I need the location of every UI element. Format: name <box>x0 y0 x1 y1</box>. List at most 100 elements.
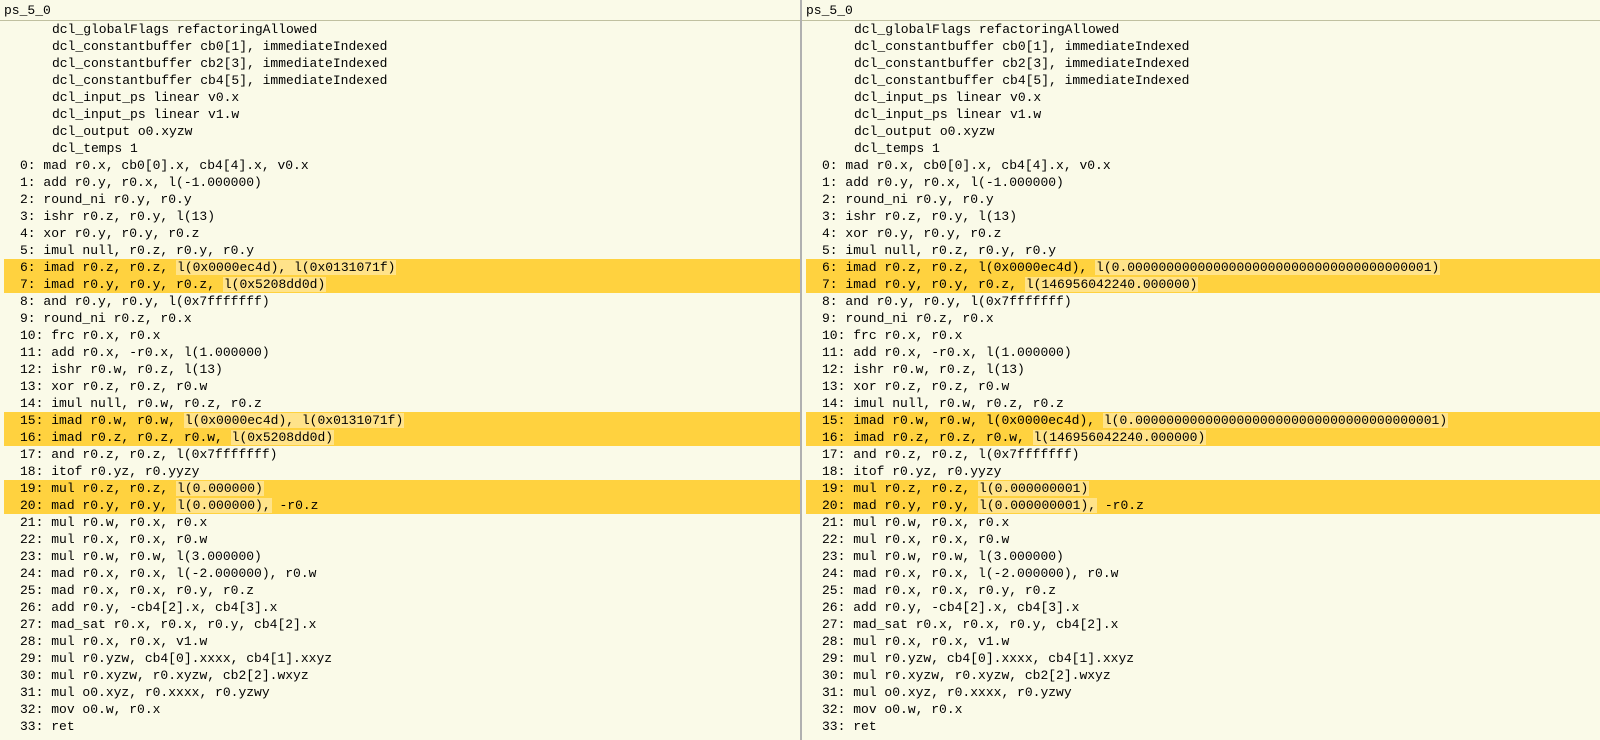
instr-line[interactable]: 25: mad r0.x, r0.x, r0.y, r0.z <box>4 582 800 599</box>
instr-line[interactable]: 15: imad r0.w, r0.w, l(0x0000ec4d), l(0x… <box>4 412 800 429</box>
instr-text: ishr r0.w, r0.z, l(13) <box>853 362 1025 377</box>
instr-line[interactable]: 13: xor r0.z, r0.z, r0.w <box>4 378 800 395</box>
instr-line[interactable]: 32: mov o0.w, r0.x <box>4 701 800 718</box>
decl-line[interactable]: dcl_globalFlags refactoringAllowed <box>806 21 1600 38</box>
instr-line[interactable]: 10: frc r0.x, r0.x <box>806 327 1600 344</box>
decl-line[interactable]: dcl_constantbuffer cb0[1], immediateInde… <box>806 38 1600 55</box>
decl-line[interactable]: dcl_constantbuffer cb4[5], immediateInde… <box>806 72 1600 89</box>
instr-line[interactable]: 26: add r0.y, -cb4[2].x, cb4[3].x <box>4 599 800 616</box>
diff-pane-left[interactable]: ps_5_0dcl_globalFlags refactoringAllowed… <box>0 0 800 740</box>
decl-line[interactable]: dcl_output o0.xyzw <box>806 123 1600 140</box>
instr-line[interactable]: 6: imad r0.z, r0.z, l(0x0000ec4d), l(0x0… <box>4 259 800 276</box>
instr-line[interactable]: 4: xor r0.y, r0.y, r0.z <box>806 225 1600 242</box>
instr-line[interactable]: 23: mul r0.w, r0.w, l(3.000000) <box>806 548 1600 565</box>
instr-line[interactable]: 17: and r0.z, r0.z, l(0x7fffffff) <box>4 446 800 463</box>
decl-line[interactable]: dcl_temps 1 <box>806 140 1600 157</box>
instr-number: 1: <box>20 175 43 190</box>
instr-text: mul r0.w, r0.x, r0.x <box>51 515 207 530</box>
instr-number: 22: <box>20 532 51 547</box>
decl-line[interactable]: dcl_input_ps linear v1.w <box>4 106 800 123</box>
instr-line[interactable]: 5: imul null, r0.z, r0.y, r0.y <box>4 242 800 259</box>
instr-line[interactable]: 4: xor r0.y, r0.y, r0.z <box>4 225 800 242</box>
instr-line[interactable]: 32: mov o0.w, r0.x <box>806 701 1600 718</box>
instr-line[interactable]: 18: itof r0.yz, r0.yyzy <box>806 463 1600 480</box>
instr-line[interactable]: 0: mad r0.x, cb0[0].x, cb4[4].x, v0.x <box>4 157 800 174</box>
instr-line[interactable]: 8: and r0.y, r0.y, l(0x7fffffff) <box>4 293 800 310</box>
instr-text: mov o0.w, r0.x <box>853 702 962 717</box>
decl-line[interactable]: dcl_temps 1 <box>4 140 800 157</box>
instr-line[interactable]: 1: add r0.y, r0.x, l(-1.000000) <box>806 174 1600 191</box>
instr-line[interactable]: 9: round_ni r0.z, r0.x <box>4 310 800 327</box>
instr-line[interactable]: 30: mul r0.xyzw, r0.xyzw, cb2[2].wxyz <box>806 667 1600 684</box>
decl-line[interactable]: dcl_constantbuffer cb2[3], immediateInde… <box>806 55 1600 72</box>
instr-line[interactable]: 29: mul r0.yzw, cb4[0].xxxx, cb4[1].xxyz <box>806 650 1600 667</box>
decl-line[interactable]: dcl_constantbuffer cb2[3], immediateInde… <box>4 55 800 72</box>
instr-line[interactable]: 20: mad r0.y, r0.y, l(0.000000), -r0.z <box>4 497 800 514</box>
instr-line[interactable]: 16: imad r0.z, r0.z, r0.w, l(14695604224… <box>806 429 1600 446</box>
instr-line[interactable]: 17: and r0.z, r0.z, l(0x7fffffff) <box>806 446 1600 463</box>
instr-line[interactable]: 12: ishr r0.w, r0.z, l(13) <box>4 361 800 378</box>
instr-line[interactable]: 1: add r0.y, r0.x, l(-1.000000) <box>4 174 800 191</box>
instr-line[interactable]: 0: mad r0.x, cb0[0].x, cb4[4].x, v0.x <box>806 157 1600 174</box>
instr-line[interactable]: 26: add r0.y, -cb4[2].x, cb4[3].x <box>806 599 1600 616</box>
instr-text: mul r0.xyzw, r0.xyzw, cb2[2].wxyz <box>51 668 308 683</box>
decl-line[interactable]: dcl_output o0.xyzw <box>4 123 800 140</box>
instr-line[interactable]: 24: mad r0.x, r0.x, l(-2.000000), r0.w <box>4 565 800 582</box>
instr-number: 2: <box>822 192 845 207</box>
instr-line[interactable]: 3: ishr r0.z, r0.y, l(13) <box>806 208 1600 225</box>
instr-line[interactable]: 33: ret <box>4 718 800 735</box>
instr-number: 10: <box>20 328 51 343</box>
instr-line[interactable]: 19: mul r0.z, r0.z, l(0.000000) <box>4 480 800 497</box>
instr-line[interactable]: 19: mul r0.z, r0.z, l(0.000000001) <box>806 480 1600 497</box>
instr-text: itof r0.yz, r0.yyzy <box>51 464 199 479</box>
instr-line[interactable]: 27: mad_sat r0.x, r0.x, r0.y, cb4[2].x <box>806 616 1600 633</box>
instr-line[interactable]: 9: round_ni r0.z, r0.x <box>806 310 1600 327</box>
decl-line[interactable]: dcl_constantbuffer cb0[1], immediateInde… <box>4 38 800 55</box>
decl-line[interactable]: dcl_input_ps linear v0.x <box>4 89 800 106</box>
instr-line[interactable]: 7: imad r0.y, r0.y, r0.z, l(0x5208dd0d) <box>4 276 800 293</box>
instr-line[interactable]: 21: mul r0.w, r0.x, r0.x <box>806 514 1600 531</box>
instr-line[interactable]: 33: ret <box>806 718 1600 735</box>
instr-line[interactable]: 31: mul o0.xyz, r0.xxxx, r0.yzwy <box>806 684 1600 701</box>
instr-line[interactable]: 5: imul null, r0.z, r0.y, r0.y <box>806 242 1600 259</box>
instr-number: 33: <box>20 719 51 734</box>
instr-line[interactable]: 20: mad r0.y, r0.y, l(0.000000001), -r0.… <box>806 497 1600 514</box>
diff-panes: ps_5_0dcl_globalFlags refactoringAllowed… <box>0 0 1600 740</box>
instr-line[interactable]: 6: imad r0.z, r0.z, l(0x0000ec4d), l(0.0… <box>806 259 1600 276</box>
decl-line[interactable]: dcl_input_ps linear v1.w <box>806 106 1600 123</box>
instr-line[interactable]: 22: mul r0.x, r0.x, r0.w <box>4 531 800 548</box>
instr-line[interactable]: 24: mad r0.x, r0.x, l(-2.000000), r0.w <box>806 565 1600 582</box>
instr-line[interactable]: 30: mul r0.xyzw, r0.xyzw, cb2[2].wxyz <box>4 667 800 684</box>
instr-line[interactable]: 27: mad_sat r0.x, r0.x, r0.y, cb4[2].x <box>4 616 800 633</box>
instr-line[interactable]: 28: mul r0.x, r0.x, v1.w <box>4 633 800 650</box>
instr-line[interactable]: 7: imad r0.y, r0.y, r0.z, l(146956042240… <box>806 276 1600 293</box>
instr-line[interactable]: 18: itof r0.yz, r0.yyzy <box>4 463 800 480</box>
instr-line[interactable]: 3: ishr r0.z, r0.y, l(13) <box>4 208 800 225</box>
instr-line[interactable]: 8: and r0.y, r0.y, l(0x7fffffff) <box>806 293 1600 310</box>
instr-line[interactable]: 14: imul null, r0.w, r0.z, r0.z <box>806 395 1600 412</box>
instr-line[interactable]: 22: mul r0.x, r0.x, r0.w <box>806 531 1600 548</box>
instr-line[interactable]: 13: xor r0.z, r0.z, r0.w <box>806 378 1600 395</box>
instr-line[interactable]: 25: mad r0.x, r0.x, r0.y, r0.z <box>806 582 1600 599</box>
instr-line[interactable]: 12: ishr r0.w, r0.z, l(13) <box>806 361 1600 378</box>
diff-pane-right[interactable]: ps_5_0dcl_globalFlags refactoringAllowed… <box>800 0 1600 740</box>
instr-line[interactable]: 11: add r0.x, -r0.x, l(1.000000) <box>4 344 800 361</box>
decl-line[interactable]: dcl_input_ps linear v0.x <box>806 89 1600 106</box>
instr-line[interactable]: 2: round_ni r0.y, r0.y <box>4 191 800 208</box>
instr-line[interactable]: 14: imul null, r0.w, r0.z, r0.z <box>4 395 800 412</box>
decl-line[interactable]: dcl_globalFlags refactoringAllowed <box>4 21 800 38</box>
instr-line[interactable]: 15: imad r0.w, r0.w, l(0x0000ec4d), l(0.… <box>806 412 1600 429</box>
instr-line[interactable]: 10: frc r0.x, r0.x <box>4 327 800 344</box>
instr-line[interactable]: 16: imad r0.z, r0.z, r0.w, l(0x5208dd0d) <box>4 429 800 446</box>
instr-line[interactable]: 11: add r0.x, -r0.x, l(1.000000) <box>806 344 1600 361</box>
instr-number: 23: <box>20 549 51 564</box>
instr-line[interactable]: 23: mul r0.w, r0.w, l(3.000000) <box>4 548 800 565</box>
instr-line[interactable]: 21: mul r0.w, r0.x, r0.x <box>4 514 800 531</box>
instr-line[interactable]: 31: mul o0.xyz, r0.xxxx, r0.yzwy <box>4 684 800 701</box>
instr-text: imad r0.w, r0.w, l(0x0000ec4d), <box>853 413 1103 428</box>
instr-line[interactable]: 28: mul r0.x, r0.x, v1.w <box>806 633 1600 650</box>
instr-line[interactable]: 2: round_ni r0.y, r0.y <box>806 191 1600 208</box>
decl-line[interactable]: dcl_constantbuffer cb4[5], immediateInde… <box>4 72 800 89</box>
instr-line[interactable]: 29: mul r0.yzw, cb4[0].xxxx, cb4[1].xxyz <box>4 650 800 667</box>
instr-number: 32: <box>822 702 853 717</box>
